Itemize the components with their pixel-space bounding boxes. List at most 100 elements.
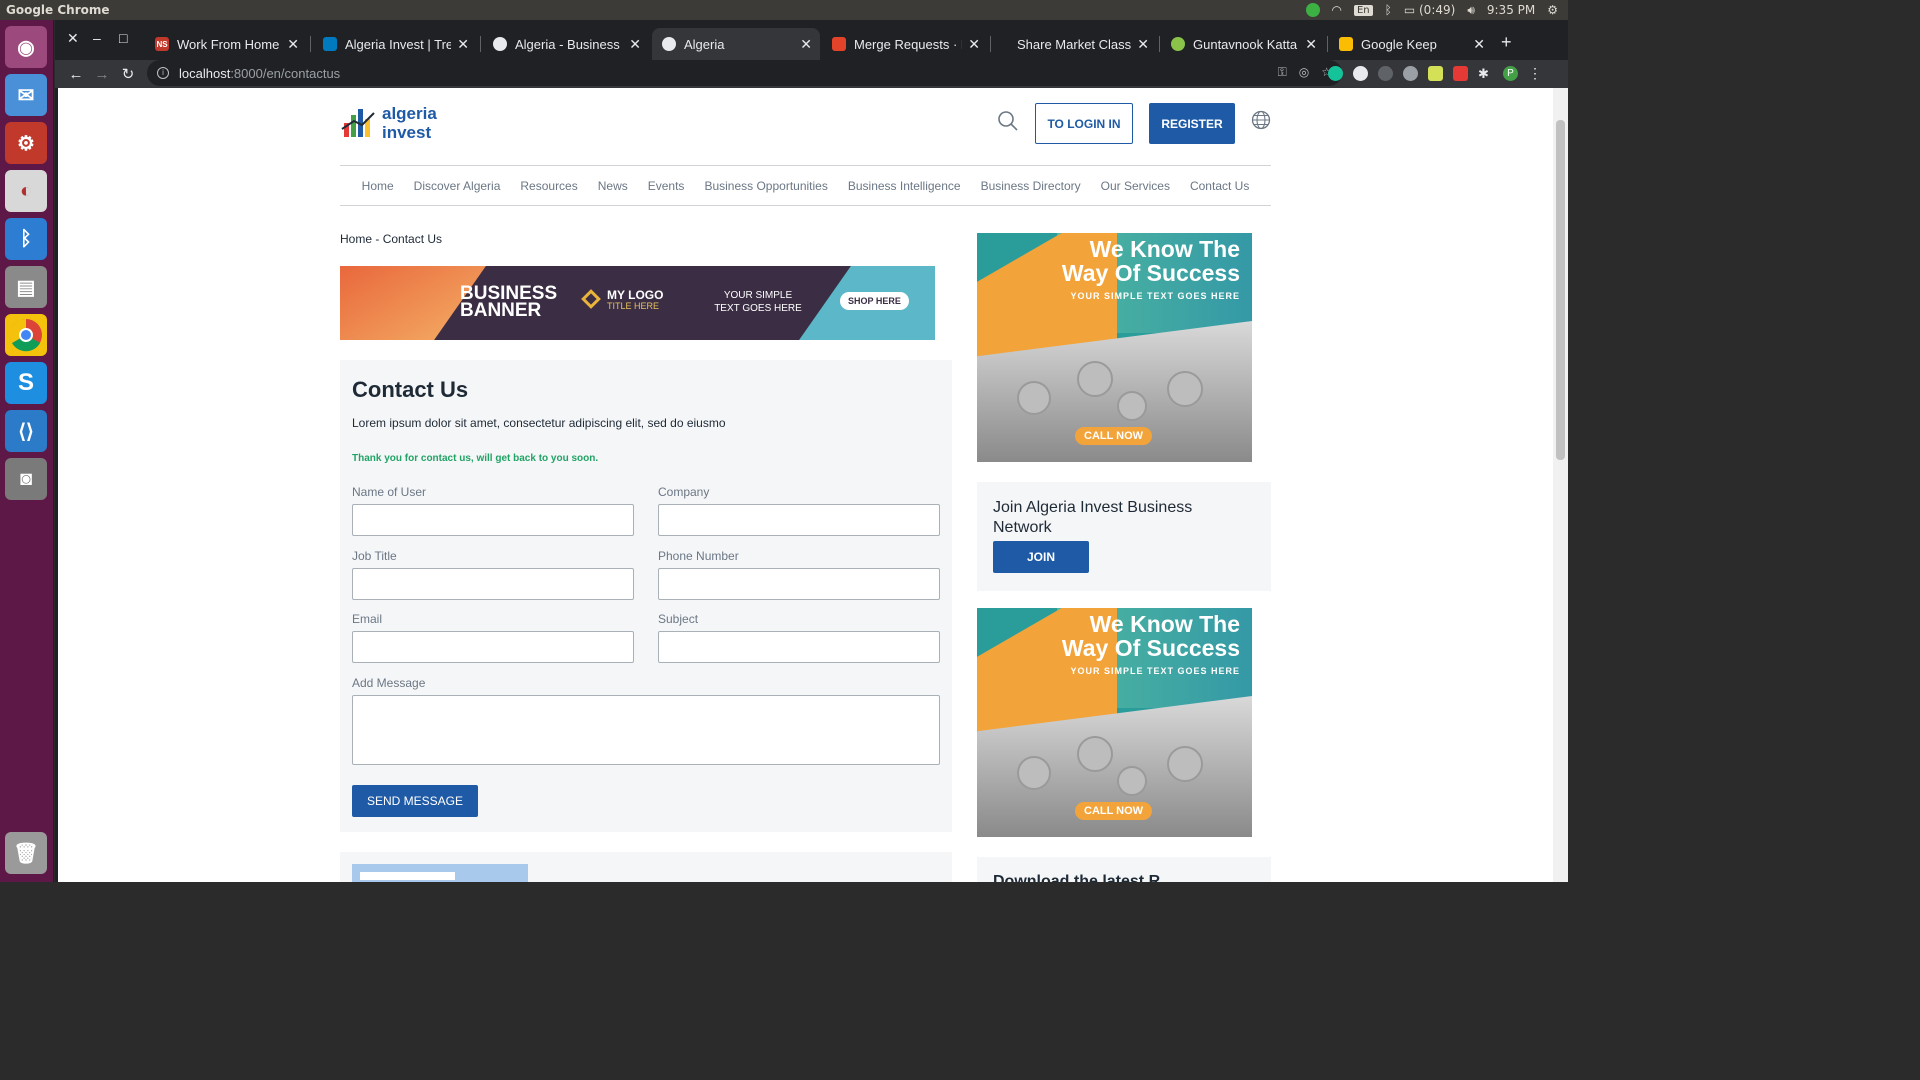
banner-title: BUSINESS BANNER [460, 283, 558, 321]
send-message-button[interactable]: SEND MESSAGE [352, 785, 478, 817]
bluetooth-icon[interactable]: ᛒ [1385, 3, 1392, 17]
language-globe-icon[interactable] [1251, 110, 1271, 130]
company-label: Company [658, 485, 710, 499]
minimize-window-icon[interactable]: – [93, 30, 101, 46]
phone-input[interactable] [658, 568, 940, 600]
vscode-icon[interactable]: ⟨⟩ [5, 410, 47, 452]
system-settings-icon[interactable]: ⚙ [5, 122, 47, 164]
tab-work-from-home[interactable]: NS Work From Home ✕ [145, 28, 307, 60]
close-tab-icon[interactable]: ✕ [1137, 36, 1149, 53]
subject-label: Subject [658, 612, 699, 626]
trash-icon[interactable]: 🗑︎ [5, 832, 47, 874]
nav-item-business-opportunities[interactable]: Business Opportunities [704, 179, 827, 193]
tab-algeria-active[interactable]: Algeria ✕ [652, 28, 820, 60]
eye-off-icon[interactable]: ◎ [1299, 65, 1309, 80]
close-tab-icon[interactable]: ✕ [968, 36, 980, 53]
forward-icon[interactable]: → [89, 66, 115, 83]
register-button[interactable]: REGISTER [1149, 103, 1235, 144]
scrollbar-thumb[interactable] [1556, 120, 1565, 460]
nav-item-news[interactable]: News [598, 179, 628, 193]
extension-icon[interactable] [1403, 66, 1418, 81]
profile-avatar[interactable]: P [1503, 66, 1518, 81]
thunderbird-icon[interactable]: ✉ [5, 74, 47, 116]
files-icon[interactable]: ▤ [5, 266, 47, 308]
breadcrumb-home[interactable]: Home [340, 232, 372, 246]
back-icon[interactable]: ← [63, 66, 89, 83]
close-tab-icon[interactable]: ✕ [287, 36, 299, 53]
nav-item-discover-algeria[interactable]: Discover Algeria [414, 179, 501, 193]
tab-trello[interactable]: Algeria Invest | Trello ✕ [313, 28, 477, 60]
nav-item-contact-us[interactable]: Contact Us [1190, 179, 1249, 193]
subject-input[interactable] [658, 631, 940, 663]
download-box: Download the latest R... [977, 857, 1271, 882]
key-icon[interactable]: ⚿ [1278, 65, 1287, 80]
close-tab-icon[interactable]: ✕ [457, 36, 469, 53]
chrome-icon[interactable] [5, 314, 47, 356]
login-button[interactable]: TO LOGIN IN [1035, 103, 1133, 144]
email-input[interactable] [352, 631, 634, 663]
nav-item-resources[interactable]: Resources [520, 179, 577, 193]
clock[interactable]: 9:35 PM [1487, 3, 1535, 17]
disk-icon[interactable]: ◐ [5, 170, 47, 212]
sidebar-ad-bottom[interactable]: We Know The Way Of Success YOUR SIMPLE T… [977, 608, 1252, 837]
name-input[interactable] [352, 504, 634, 536]
close-tab-icon[interactable]: ✕ [629, 36, 641, 53]
nav-item-our-services[interactable]: Our Services [1101, 179, 1170, 193]
extension-icon[interactable] [1453, 66, 1468, 81]
volume-icon[interactable]: 🔊︎ [1467, 3, 1475, 18]
message-label: Add Message [352, 676, 426, 690]
logo-text: algeria invest [382, 104, 437, 142]
ad-subtext: YOUR SIMPLE TEXT GOES HERE [1070, 291, 1240, 301]
tab-merge-requests[interactable]: Merge Requests · La ✕ [822, 28, 988, 60]
address-bar[interactable]: i localhost:8000/en/contactus ⚿ ◎ ☆ [147, 60, 1342, 86]
camera-icon[interactable]: ◙ [5, 458, 47, 500]
contact-intro: Lorem ipsum dolor sit amet, consectetur … [352, 416, 726, 430]
join-button[interactable]: JOIN [993, 541, 1089, 573]
extension-icon[interactable] [1353, 66, 1368, 81]
site-info-icon[interactable]: i [157, 67, 169, 79]
sync-status-icon[interactable] [1305, 3, 1320, 17]
tab-guntavnook[interactable]: Guntavnook Katta ✕ [1161, 28, 1325, 60]
nav-item-business-intelligence[interactable]: Business Intelligence [848, 179, 961, 193]
close-tab-icon[interactable]: ✕ [1473, 36, 1485, 53]
close-tab-icon[interactable]: ✕ [1305, 36, 1317, 53]
tab-google-keep[interactable]: Google Keep ✕ [1329, 28, 1493, 60]
dash-icon[interactable]: ◉ [5, 26, 47, 68]
sidebar-ad-top[interactable]: We Know The Way Of Success YOUR SIMPLE T… [977, 233, 1252, 462]
menu-kebab-icon[interactable]: ⋮ [1528, 65, 1542, 82]
wifi-icon[interactable]: ◠ [1332, 3, 1342, 17]
site-logo[interactable]: algeria invest [340, 104, 437, 142]
logo-line1: algeria [382, 104, 437, 123]
call-now-button[interactable]: CALL NOW [1075, 427, 1153, 445]
tab-algeria-business[interactable]: Algeria - Business Op ✕ [483, 28, 649, 60]
search-icon[interactable] [997, 110, 1019, 132]
battery-indicator[interactable]: ▭ (0:49) [1404, 3, 1455, 17]
page-scrollbar[interactable] [1553, 88, 1568, 882]
grammarly-icon[interactable] [1328, 66, 1343, 81]
tab-share-market[interactable]: Share Market Classes ✕ [993, 28, 1157, 60]
call-now-button[interactable]: CALL NOW [1075, 802, 1153, 820]
close-tab-icon[interactable]: ✕ [800, 36, 812, 53]
puzzle-icon[interactable]: ✱ [1478, 66, 1493, 81]
skype-icon[interactable]: S [5, 362, 47, 404]
message-textarea[interactable] [352, 695, 940, 765]
nav-item-events[interactable]: Events [648, 179, 685, 193]
extension-icon[interactable] [1428, 66, 1443, 81]
nav-item-home[interactable]: Home [362, 179, 394, 193]
job-title-input[interactable] [352, 568, 634, 600]
shop-here-button[interactable]: SHOP HERE [840, 292, 909, 310]
nav-item-business-directory[interactable]: Business Directory [981, 179, 1081, 193]
business-banner-ad[interactable]: BUSINESS BANNER MY LOGO TITLE HERE YOUR … [340, 266, 935, 340]
close-window-icon[interactable]: ✕ [67, 30, 79, 47]
main-nav: Home Discover Algeria Resources News Eve… [340, 165, 1271, 206]
ad-subtext: YOUR SIMPLE TEXT GOES HERE [1070, 666, 1240, 676]
new-tab-icon[interactable]: + [1501, 32, 1512, 53]
reload-icon[interactable]: ↻ [115, 65, 141, 83]
bluetooth-app-icon[interactable]: ᛒ [5, 218, 47, 260]
company-input[interactable] [658, 504, 940, 536]
extension-icon[interactable] [1378, 66, 1393, 81]
settings-gear-icon[interactable]: ⚙ [1547, 3, 1558, 17]
keyboard-layout[interactable]: En [1353, 4, 1373, 16]
job-title-label: Job Title [352, 549, 397, 563]
maximize-window-icon[interactable]: □ [119, 30, 127, 46]
